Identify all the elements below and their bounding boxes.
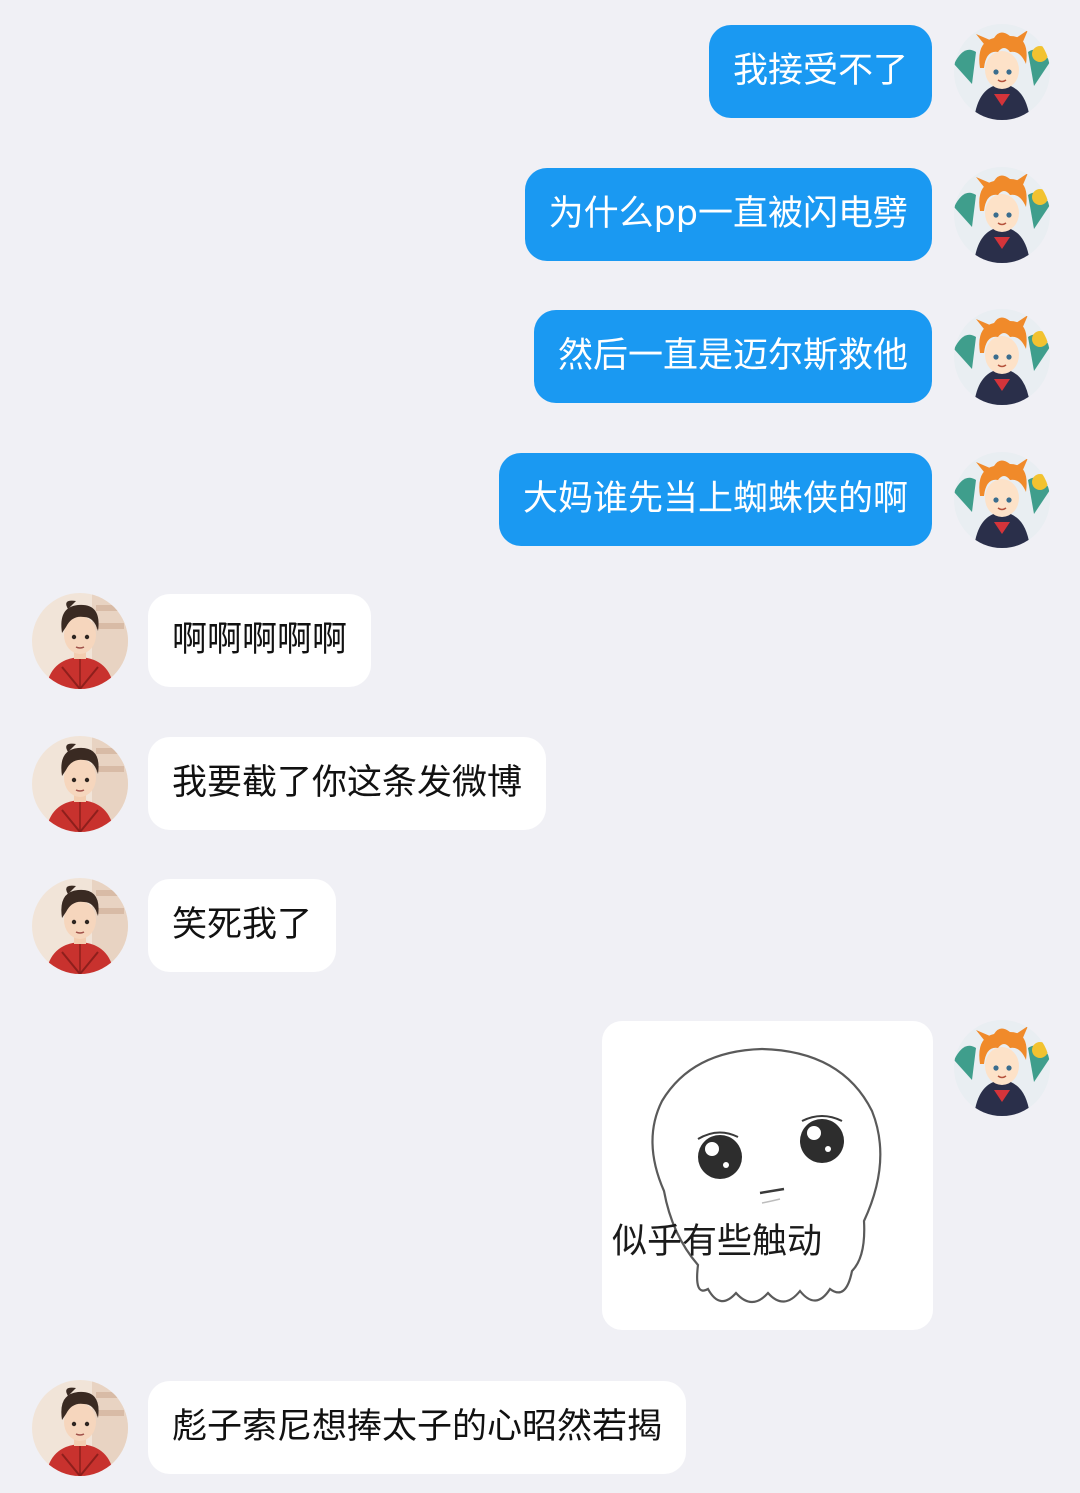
sticker-caption: 似乎有些触动 — [612, 1222, 823, 1262]
contact-avatar-icon[interactable] — [32, 593, 128, 689]
contact-avatar-icon[interactable] — [32, 1380, 128, 1476]
ghost-sticker-icon — [651, 1047, 882, 1304]
user-avatar-icon[interactable] — [954, 24, 1050, 120]
incoming-message-bubble[interactable]: 我要截了你这条发微博 — [148, 737, 547, 830]
contact-avatar-icon[interactable] — [32, 878, 128, 974]
incoming-message-bubble[interactable]: 笑死我了 — [148, 879, 337, 972]
user-avatar-icon[interactable] — [954, 309, 1050, 405]
outgoing-message-bubble[interactable]: 为什么pp一直被闪电劈 — [524, 168, 932, 261]
outgoing-message-bubble[interactable]: 然后一直是迈尔斯救他 — [533, 310, 932, 403]
chat-thread: 我接受不了 为什么pp一直被闪电劈 然后一直是迈尔斯救他 大妈谁先当上蜘蛛侠的啊… — [0, 0, 1080, 1493]
user-avatar-icon[interactable] — [954, 1020, 1050, 1116]
outgoing-message-bubble[interactable]: 我接受不了 — [708, 25, 932, 118]
incoming-message-bubble[interactable]: 啊啊啊啊啊 — [148, 594, 372, 687]
contact-avatar-icon[interactable] — [32, 736, 128, 832]
sticker-message[interactable]: 似乎有些触动 — [602, 1021, 933, 1330]
incoming-message-bubble[interactable]: 彪子索尼想捧太子的心昭然若揭 — [148, 1381, 687, 1474]
user-avatar-icon[interactable] — [954, 167, 1050, 263]
user-avatar-icon[interactable] — [954, 452, 1050, 548]
outgoing-message-bubble[interactable]: 大妈谁先当上蜘蛛侠的啊 — [498, 453, 932, 546]
